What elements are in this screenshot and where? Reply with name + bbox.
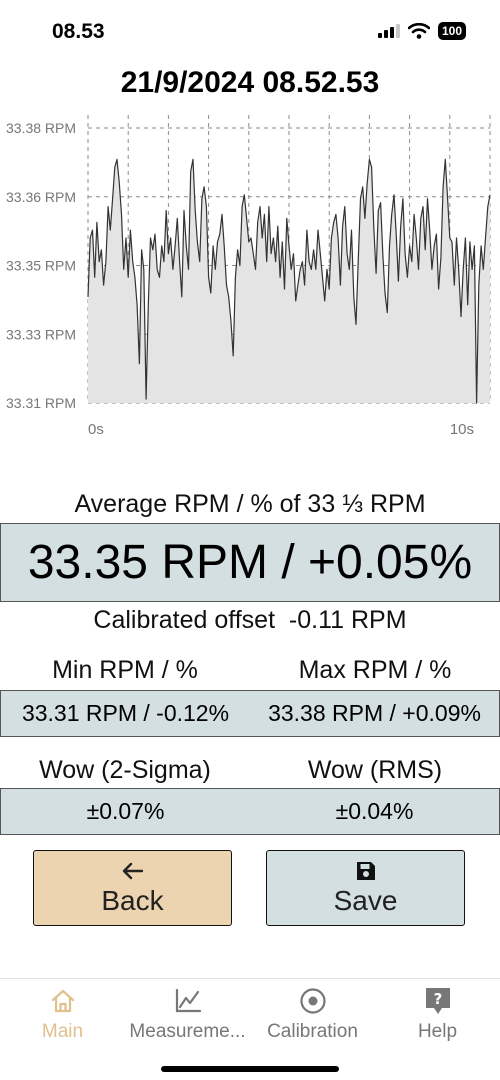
average-value-panel: 33.35 RPM / +0.05% — [0, 523, 500, 602]
wow-2sigma-label: Wow (2-Sigma) — [39, 756, 211, 784]
wow-labels: Wow (2-Sigma) Wow (RMS) — [0, 756, 500, 785]
save-button-label: Save — [333, 885, 398, 916]
min-label: Min RPM / % — [52, 656, 198, 684]
status-time: 08.53 — [52, 20, 105, 43]
home-indicator — [161, 1066, 339, 1072]
y-tick-label: 33.35 RPM — [6, 258, 76, 274]
y-tick-label: 33.36 RPM — [6, 189, 76, 205]
wow-rms-label: Wow (RMS) — [307, 756, 443, 784]
max-value: 33.38 RPM / +0.09% — [268, 700, 481, 726]
chart-icon — [174, 983, 202, 1019]
tab-main[interactable]: Main — [0, 983, 125, 1043]
tab-measurements-label: Measureme... — [129, 1021, 246, 1042]
wow-rms-value: ±0.04% — [335, 798, 414, 824]
tab-main-label: Main — [41, 1021, 84, 1042]
average-value: 33.35 RPM / +0.05% — [27, 536, 473, 589]
status-icons: 100 — [377, 22, 466, 40]
offset-value: -0.11 RPM — [288, 606, 407, 634]
signal-icon — [377, 24, 400, 38]
svg-text:?: ? — [433, 990, 442, 1008]
x-tick-label: 10s — [450, 421, 474, 438]
min-max-labels: Min RPM / % Max RPM / % — [0, 656, 500, 685]
help-icon: ? — [424, 983, 452, 1019]
tab-calibration[interactable]: Calibration — [250, 983, 375, 1043]
tab-help-label: Help — [417, 1021, 458, 1042]
save-button[interactable]: Save — [266, 850, 465, 926]
offset-label: Calibrated offset — [93, 606, 276, 634]
arrow-left-icon — [122, 859, 144, 883]
rpm-chart: 33.38 RPM 33.36 RPM 33.35 RPM 33.33 RPM 33.3… — [6, 115, 491, 438]
average-label: Average RPM / % of 33 ⅓ RPM — [74, 490, 426, 518]
measurement-timestamp: 21/9/2024 08.52.53 — [120, 66, 380, 99]
back-button-label: Back — [101, 885, 164, 916]
tab-calibration-label: Calibration — [267, 1021, 358, 1042]
tab-help[interactable]: ? Help — [375, 983, 500, 1043]
home-icon — [50, 983, 76, 1019]
y-tick-label: 33.33 RPM — [6, 326, 76, 342]
status-bar: 08.53 100 — [0, 0, 500, 62]
back-button[interactable]: Back — [33, 850, 232, 926]
x-tick-label: 0s — [88, 421, 104, 438]
battery-icon: 100 — [437, 22, 466, 40]
calibrated-offset-row: Calibrated offset -0.11 RPM — [0, 606, 500, 635]
min-value: 33.31 RPM / -0.12% — [21, 700, 230, 726]
min-max-panel: 33.31 RPM / -0.12% 33.38 RPM / +0.09% — [0, 690, 500, 737]
wifi-icon — [407, 23, 430, 39]
max-label: Max RPM / % — [298, 656, 452, 684]
tab-bar: Main Measureme... Calibration ? Help — [0, 978, 500, 1080]
y-tick-label: 33.31 RPM — [6, 395, 76, 411]
save-icon — [356, 859, 376, 883]
y-tick-label: 33.38 RPM — [6, 120, 76, 136]
wow-panel: ±0.07% ±0.04% — [0, 788, 500, 835]
wow-2sigma-value: ±0.07% — [86, 798, 165, 824]
target-icon — [299, 983, 327, 1019]
tab-measurements[interactable]: Measureme... — [125, 983, 250, 1043]
